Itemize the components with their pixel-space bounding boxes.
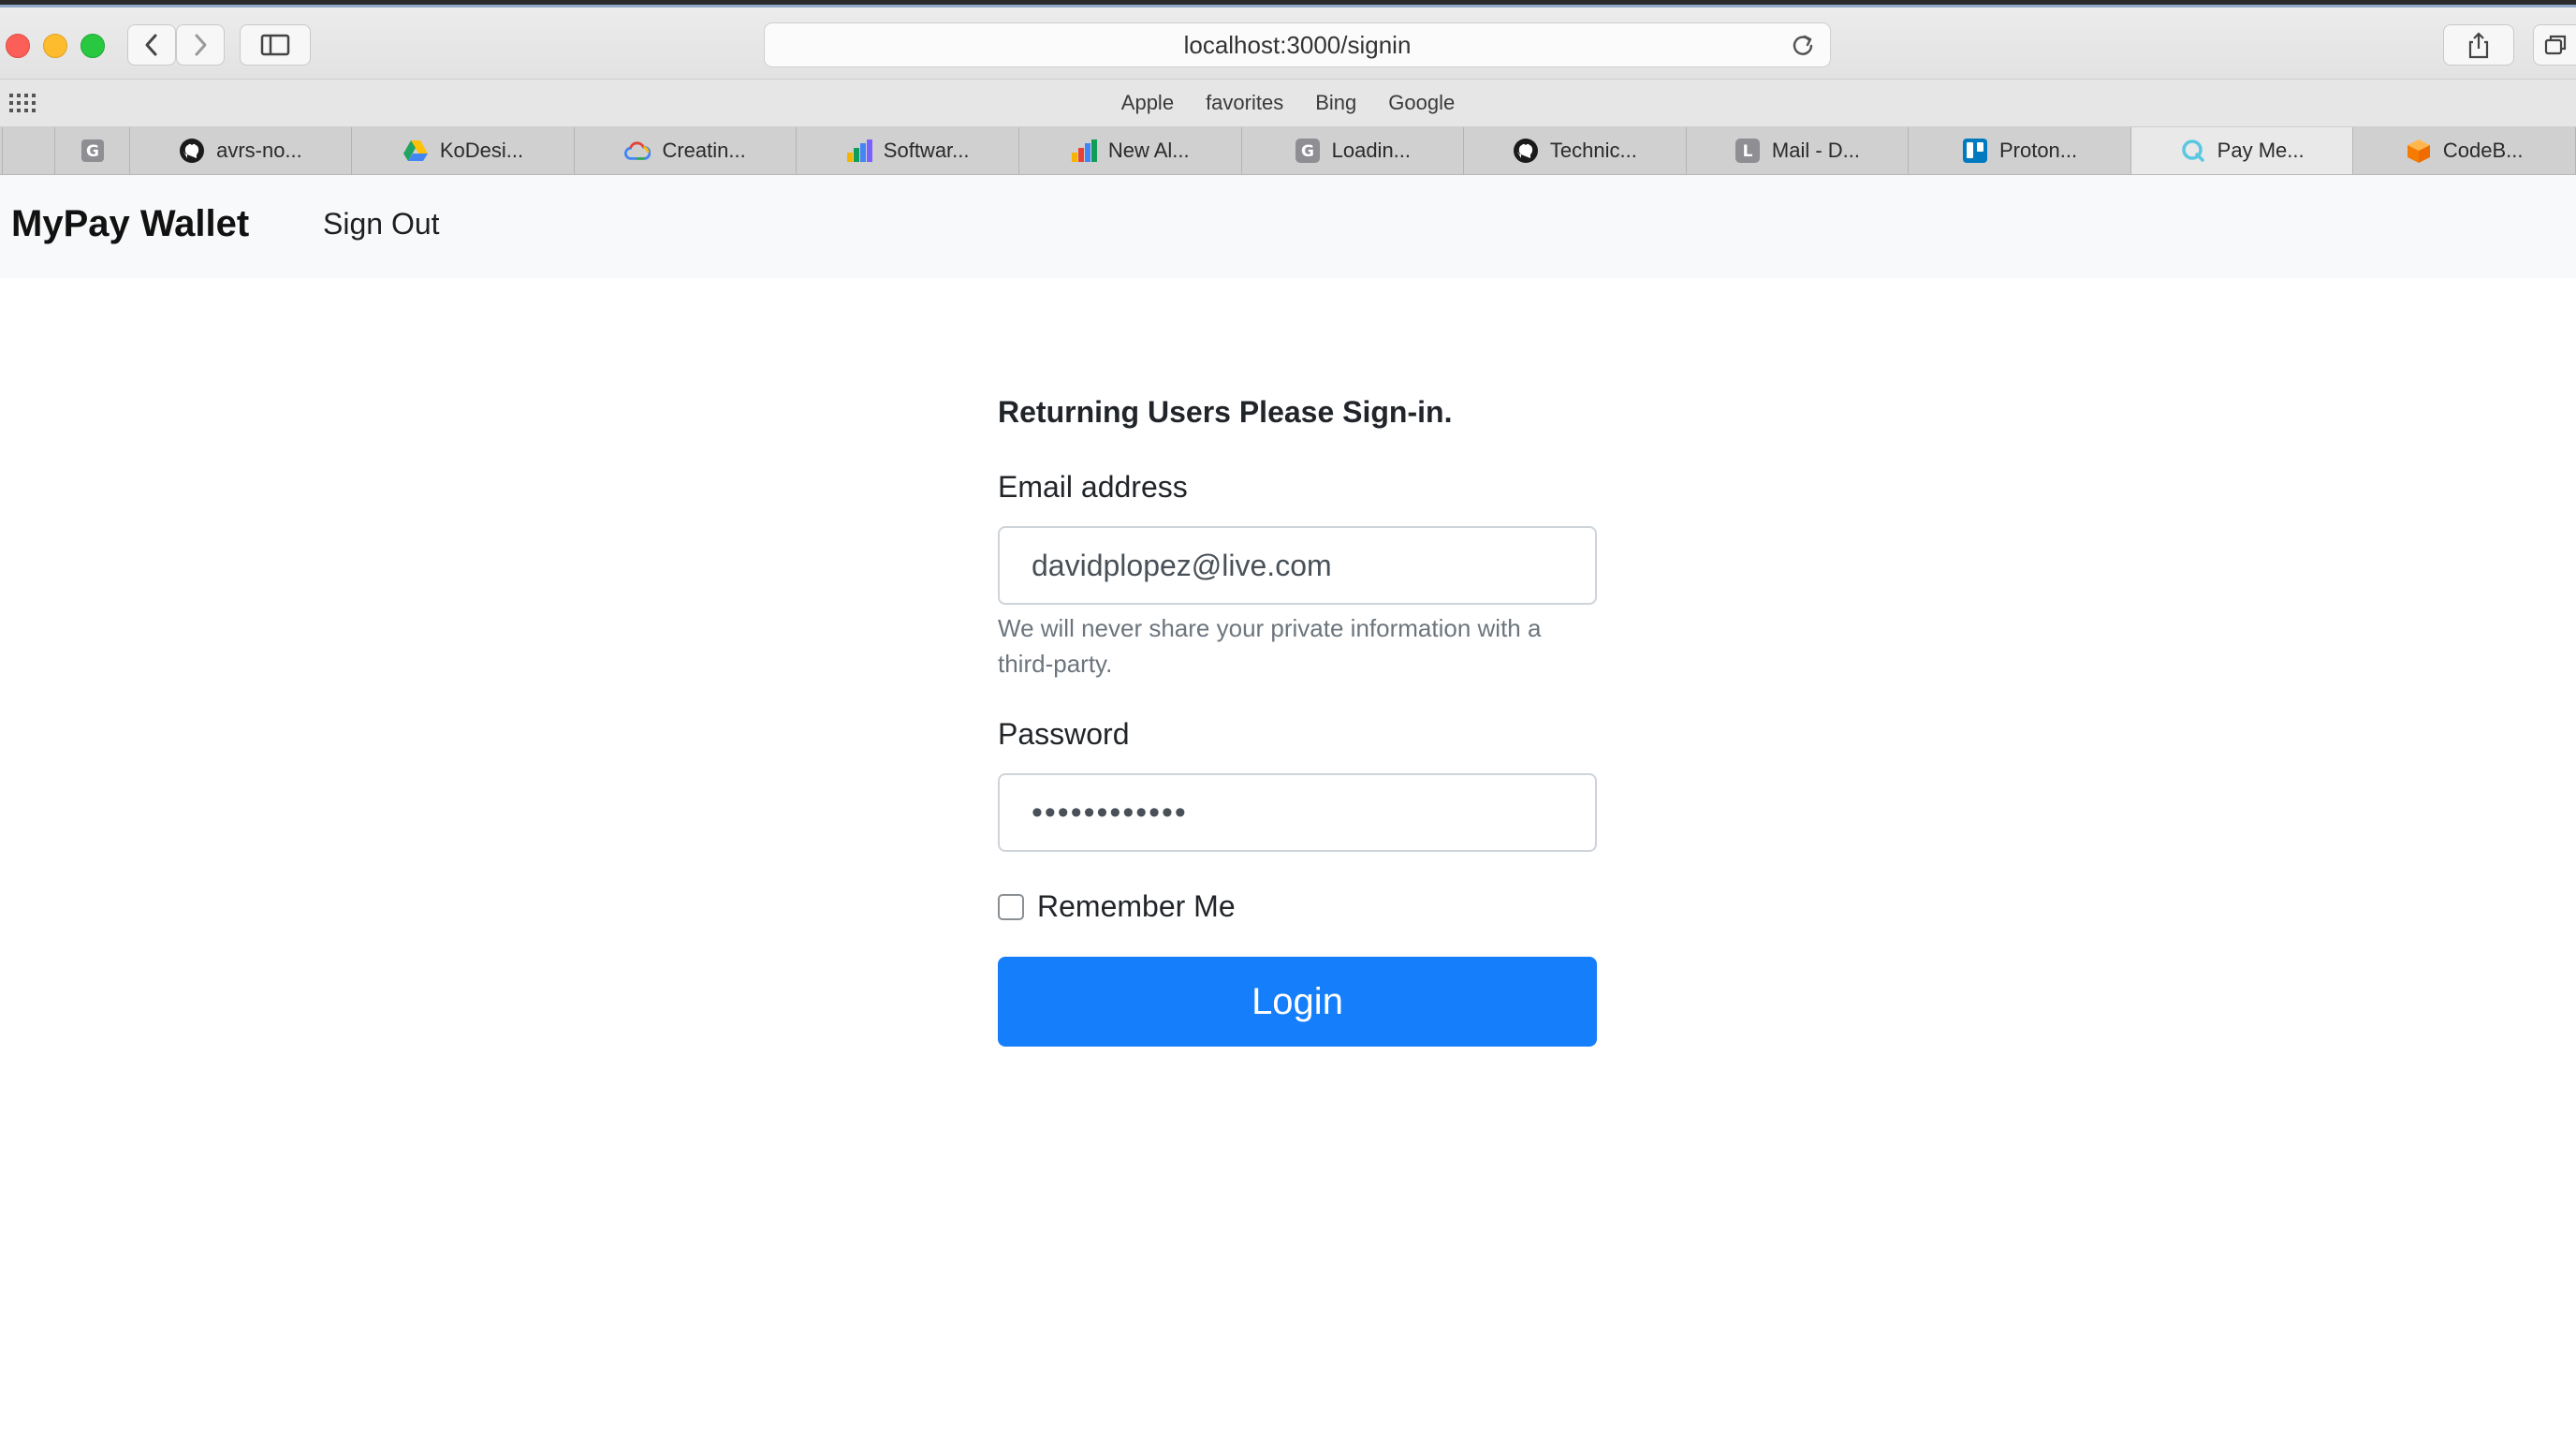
tab-label: Loadin... [1331,139,1412,162]
menu-bar-strip [0,0,2576,7]
tab-label: Mail - D... [1771,139,1861,162]
tab-label: Technic... [1549,139,1637,162]
cube-icon [2406,138,2432,164]
q-circle-icon [2180,138,2206,164]
tab-label: CodeB... [2442,139,2524,162]
url-text: localhost:3000/signin [1183,30,1412,59]
password-field[interactable]: •••••••••••• [998,773,1597,852]
bar-chart-icon [1071,138,1097,164]
g-letter-icon: G [80,138,106,164]
tab-9[interactable]: L Mail - D... [1687,127,1910,174]
favorite-favorites[interactable]: favorites [1206,91,1283,115]
trello-icon [1962,138,1988,164]
tab-label: New Al... [1107,139,1190,162]
svg-text:G: G [1301,142,1314,161]
sign-out-link[interactable]: Sign Out [323,207,440,242]
remember-me-checkbox[interactable] [998,893,1024,920]
tab-10[interactable]: Proton... [1909,127,2131,174]
tab-label: Softwar... [883,139,970,162]
brand-logo-text[interactable]: MyPay Wallet [11,203,249,245]
tab-6[interactable]: New Al... [1019,127,1242,174]
sidebar-toggle-button[interactable] [240,24,311,66]
email-help-text: We will never share your private informa… [998,614,1542,678]
minimize-window-button[interactable] [43,34,67,58]
email-value: davidplopez@live.com [1032,548,1332,582]
remember-me-row: Remember Me [998,889,1236,924]
l-letter-icon: L [1734,138,1761,164]
tab-11-active[interactable]: Pay Me... [2130,127,2354,174]
sidebar-icon [260,34,290,56]
share-button[interactable] [2443,24,2514,66]
app-navbar: MyPay Wallet Sign Out [0,175,2576,278]
tab-12[interactable]: CodeB... [2353,127,2576,174]
tab-4[interactable]: Creatin... [575,127,798,174]
tab-3[interactable]: KoDesi... [352,127,575,174]
remember-me-label[interactable]: Remember Me [1037,889,1236,924]
back-button[interactable] [127,24,176,66]
tab-label: avrs-no... [216,139,302,162]
browser-toolbar: localhost:3000/signin [0,7,2576,80]
email-label: Email address [998,470,1188,504]
favorite-google[interactable]: Google [1388,91,1455,115]
forward-button[interactable] [176,24,225,66]
tab-pinned[interactable] [2,127,56,174]
tab-label: Creatin... [662,139,746,162]
favorites-bar: Apple favorites Bing Google [0,80,2576,127]
share-icon [2468,32,2489,59]
tabs-overview-icon [2544,35,2566,55]
tab-bar: G avrs-no... KoDesi... Creatin... Softwa… [0,127,2576,175]
address-bar[interactable]: localhost:3000/signin [764,22,1831,67]
favorite-bing[interactable]: Bing [1315,91,1356,115]
password-value: •••••••••••• [1032,794,1188,830]
email-field[interactable]: davidplopez@live.com [998,526,1597,605]
tab-label: KoDesi... [439,139,524,162]
login-button[interactable]: Login [998,957,1597,1047]
bar-chart-icon [846,138,872,164]
tab-5[interactable]: Softwar... [797,127,1019,174]
chevron-left-icon [145,34,157,56]
tab-label: Proton... [1998,139,2078,162]
reload-icon[interactable] [1791,33,1815,57]
tabs-overview-button[interactable] [2533,24,2576,66]
svg-text:G: G [86,142,99,161]
tab-8[interactable]: Technic... [1464,127,1687,174]
chevron-right-icon [195,34,207,56]
tab-7[interactable]: G Loadin... [1242,127,1465,174]
github-icon [179,138,205,164]
close-window-button[interactable] [6,34,30,58]
tab-label: Pay Me... [2217,139,2305,162]
favorite-apple[interactable]: Apple [1121,91,1174,115]
form-heading: Returning Users Please Sign-in. [998,395,1453,429]
tab-1[interactable]: G [55,127,130,174]
g-letter-icon: G [1295,138,1321,164]
github-icon [1513,138,1539,164]
favorites-list: Apple favorites Bing Google [0,80,2576,126]
google-cloud-icon [624,138,651,164]
zoom-window-button[interactable] [80,34,105,58]
google-drive-icon [402,138,429,164]
svg-text:L: L [1742,142,1752,161]
tab-2[interactable]: avrs-no... [130,127,353,174]
password-label: Password [998,717,1130,751]
